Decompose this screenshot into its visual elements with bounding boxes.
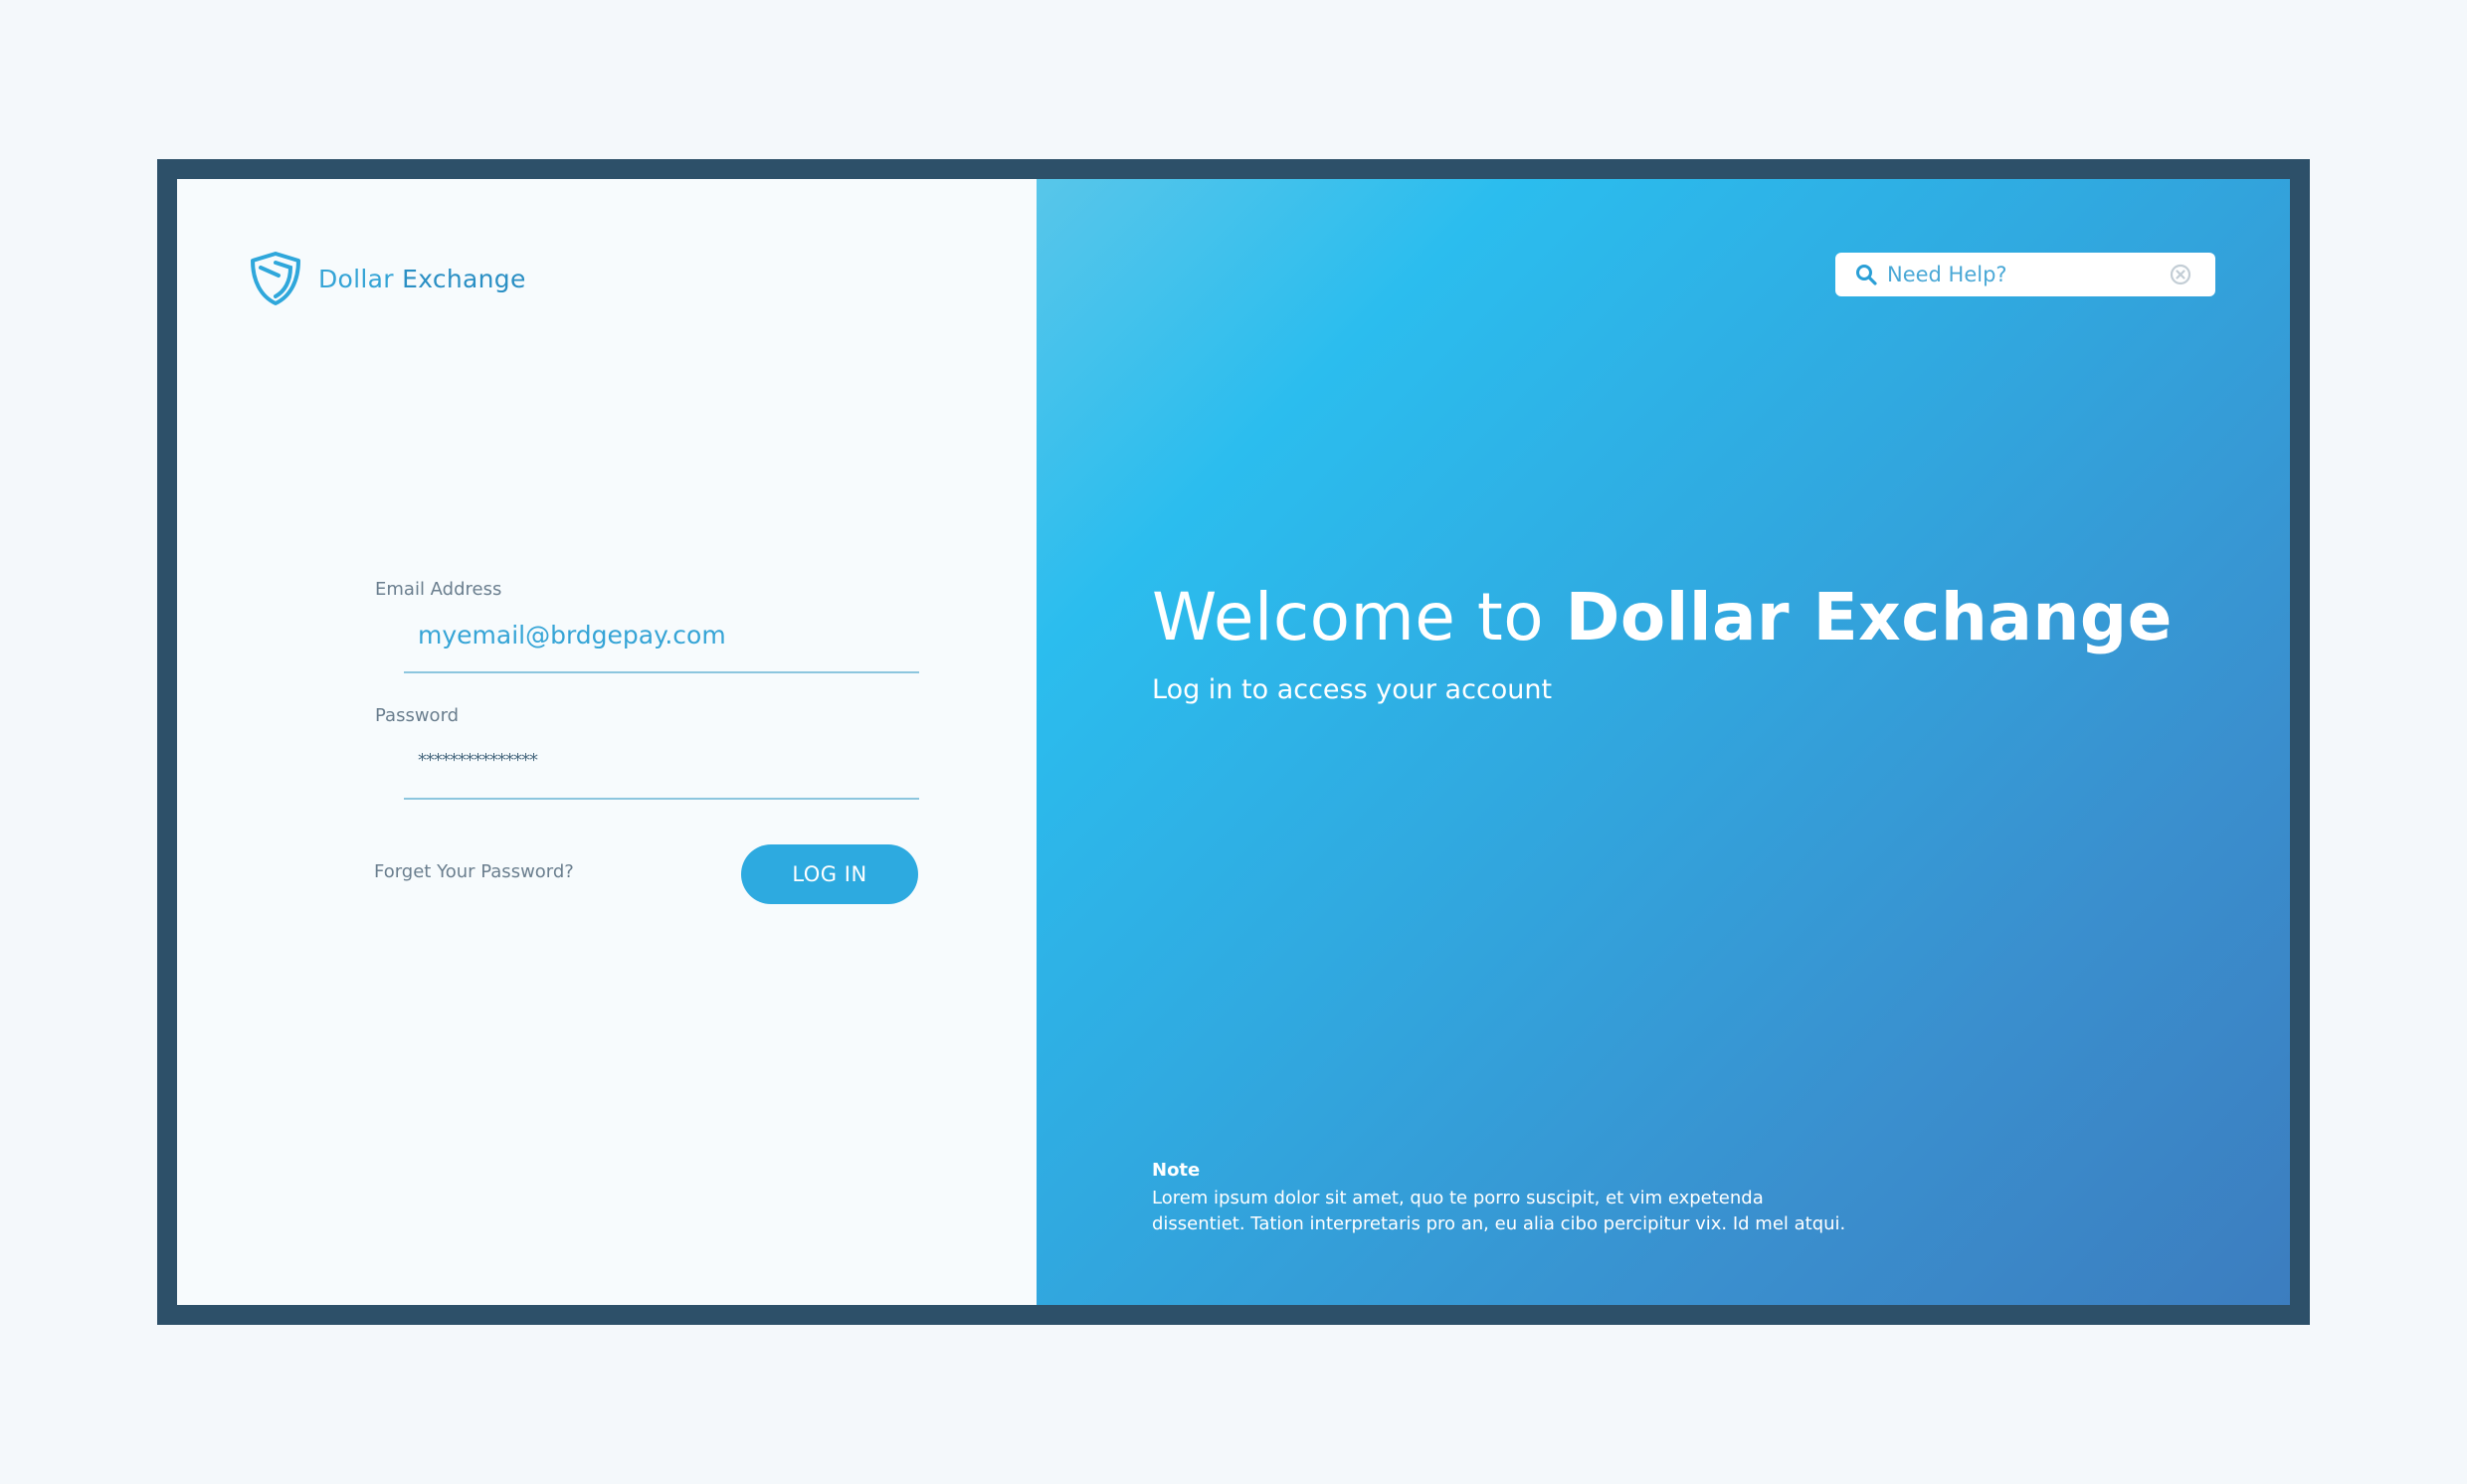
help-search[interactable] bbox=[1835, 253, 2215, 296]
note-line-1: Lorem ipsum dolor sit amet, quo te porro… bbox=[1152, 1188, 1764, 1208]
forgot-password-link[interactable]: Forget Your Password? bbox=[374, 861, 574, 882]
email-label: Email Address bbox=[375, 579, 502, 600]
welcome-brand: Dollar Exchange bbox=[1565, 579, 2173, 655]
email-field[interactable]: myemail@brdgepay.com bbox=[418, 621, 726, 649]
brand-name-part1: Dollar bbox=[318, 264, 394, 293]
welcome-subtitle: Log in to access your account bbox=[1152, 674, 1553, 705]
welcome-prefix: Welcome to bbox=[1152, 579, 1545, 655]
welcome-heading: Welcome to Dollar Exchange bbox=[1152, 579, 2173, 655]
shield-icon bbox=[251, 252, 300, 305]
login-panel bbox=[177, 179, 1037, 1305]
email-underline bbox=[404, 671, 919, 673]
search-icon bbox=[1856, 265, 1877, 285]
password-field[interactable]: *************** bbox=[418, 750, 538, 771]
brand-name-part2: Exchange bbox=[402, 264, 526, 293]
brand-logo[interactable]: Dollar Exchange bbox=[249, 251, 526, 306]
password-underline bbox=[404, 798, 919, 800]
note-body: Lorem ipsum dolor sit amet, quo te porro… bbox=[1152, 1186, 1868, 1237]
password-label: Password bbox=[375, 705, 460, 726]
brand-name: Dollar Exchange bbox=[318, 265, 526, 293]
close-circle-icon[interactable] bbox=[2170, 264, 2191, 285]
note-line-2: dissentiet. Tation interpretaris pro an,… bbox=[1152, 1213, 1846, 1234]
help-search-input[interactable] bbox=[1887, 263, 2156, 286]
welcome-panel bbox=[1037, 179, 2290, 1305]
login-button[interactable]: LOG IN bbox=[741, 844, 918, 904]
note-title: Note bbox=[1152, 1160, 1201, 1181]
